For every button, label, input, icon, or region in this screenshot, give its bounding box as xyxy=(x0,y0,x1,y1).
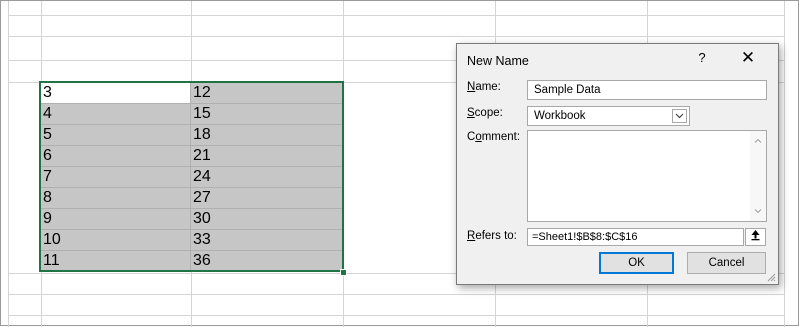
gridline xyxy=(8,1,9,327)
name-label: Name: xyxy=(467,81,501,93)
cell-b12[interactable]: 7 xyxy=(41,167,191,187)
ok-button[interactable]: OK xyxy=(599,252,674,274)
cancel-button[interactable]: Cancel xyxy=(687,252,766,274)
cell-c10[interactable]: 18 xyxy=(191,125,343,145)
cell-c9[interactable]: 15 xyxy=(191,104,343,124)
scope-label: Scope: xyxy=(467,107,503,119)
cell-divider xyxy=(41,124,342,125)
scroll-down-icon[interactable] xyxy=(754,207,762,215)
fill-handle[interactable] xyxy=(340,269,347,276)
cell-divider xyxy=(41,250,342,251)
cell-b8[interactable]: 3 xyxy=(41,83,191,103)
resize-grip-icon[interactable] xyxy=(766,272,776,282)
cell-c8[interactable]: 12 xyxy=(191,83,343,103)
cell-divider xyxy=(41,103,342,104)
cell-c12[interactable]: 24 xyxy=(191,167,343,187)
cell-c16[interactable]: 36 xyxy=(191,251,343,271)
cell-b15[interactable]: 10 xyxy=(41,230,191,250)
gridline xyxy=(8,294,784,295)
refers-to-input[interactable]: =Sheet1!$B$8:$C$16 xyxy=(527,228,744,246)
cell-c13[interactable]: 27 xyxy=(191,188,343,208)
cell-c15[interactable]: 33 xyxy=(191,230,343,250)
gridline xyxy=(784,1,785,327)
close-button[interactable]: ✕ xyxy=(736,48,760,68)
cell-b11[interactable]: 6 xyxy=(41,146,191,166)
chevron-down-icon[interactable] xyxy=(672,109,687,123)
help-button[interactable]: ? xyxy=(693,50,711,65)
collapse-dialog-icon[interactable] xyxy=(745,228,766,246)
cell-divider xyxy=(41,208,342,209)
cell-divider xyxy=(41,187,342,188)
comment-textarea[interactable] xyxy=(527,130,767,222)
cell-c14[interactable]: 30 xyxy=(191,209,343,229)
cell-divider xyxy=(41,145,342,146)
cell-b10[interactable]: 5 xyxy=(41,125,191,145)
gridline xyxy=(343,1,344,327)
cell-c11[interactable]: 21 xyxy=(191,146,343,166)
cell-b16[interactable]: 11 xyxy=(41,251,191,271)
cell-divider xyxy=(41,229,342,230)
dialog-title: New Name xyxy=(467,54,529,68)
scope-select[interactable]: Workbook xyxy=(527,106,690,126)
cell-b13[interactable]: 8 xyxy=(41,188,191,208)
name-input[interactable]: Sample Data xyxy=(527,80,767,100)
refers-to-label: Refers to: xyxy=(467,230,517,242)
scroll-up-icon[interactable] xyxy=(754,137,762,145)
comment-label: Comment: xyxy=(467,131,521,143)
cell-divider xyxy=(190,83,191,271)
gridline xyxy=(8,15,784,16)
gridline xyxy=(8,315,784,316)
new-name-dialog: New Name ? ✕ Name: Sample Data Scope: Wo… xyxy=(456,43,779,285)
comment-scrollbar[interactable] xyxy=(750,131,766,221)
gridline xyxy=(8,36,784,37)
cell-divider xyxy=(41,166,342,167)
scope-value: Workbook xyxy=(534,110,586,122)
cell-b14[interactable]: 9 xyxy=(41,209,191,229)
cell-b9[interactable]: 4 xyxy=(41,104,191,124)
